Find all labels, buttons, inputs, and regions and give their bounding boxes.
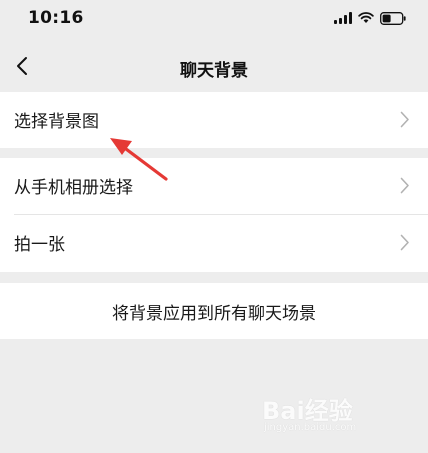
- signal-icon: [334, 12, 352, 24]
- battery-icon: [380, 11, 406, 25]
- select-background-row[interactable]: 选择背景图: [0, 92, 428, 148]
- page-title: 聊天背景: [180, 61, 248, 81]
- take-photo-row[interactable]: 拍一张: [0, 215, 428, 271]
- watermark-url: jingyan.baidu.com: [264, 422, 357, 433]
- background-picker-group: 选择背景图: [0, 92, 428, 148]
- apply-to-all-label: 将背景应用到所有聊天场景: [112, 303, 316, 324]
- watermark-text: Bai经验: [262, 397, 353, 425]
- chevron-right-icon: [400, 111, 410, 128]
- source-options-group: 从手机相册选择 拍一张: [0, 158, 428, 272]
- row-label: 选择背景图: [14, 112, 99, 132]
- wifi-icon: [358, 12, 374, 24]
- red-arrow-annotation: [100, 130, 180, 190]
- choose-from-album-row[interactable]: 从手机相册选择: [0, 158, 428, 215]
- screen: 10:16 聊天背景 选择背景图 从手机相册选择 拍一张 将背景应用到所有聊天场…: [0, 0, 428, 453]
- row-label: 拍一张: [14, 235, 65, 255]
- apply-to-all-chats-button[interactable]: 将背景应用到所有聊天场景: [0, 283, 428, 339]
- status-icons: [334, 9, 406, 27]
- nav-bar: 聊天背景: [0, 36, 428, 96]
- chevron-right-icon: [400, 234, 410, 251]
- apply-all-group: 将背景应用到所有聊天场景: [0, 283, 428, 339]
- baidu-jingyan-watermark: Bai经验 jingyan.baidu.com: [262, 391, 412, 439]
- status-time: 10:16: [28, 8, 84, 28]
- chevron-right-icon: [400, 177, 410, 194]
- status-bar: 10:16: [0, 0, 428, 36]
